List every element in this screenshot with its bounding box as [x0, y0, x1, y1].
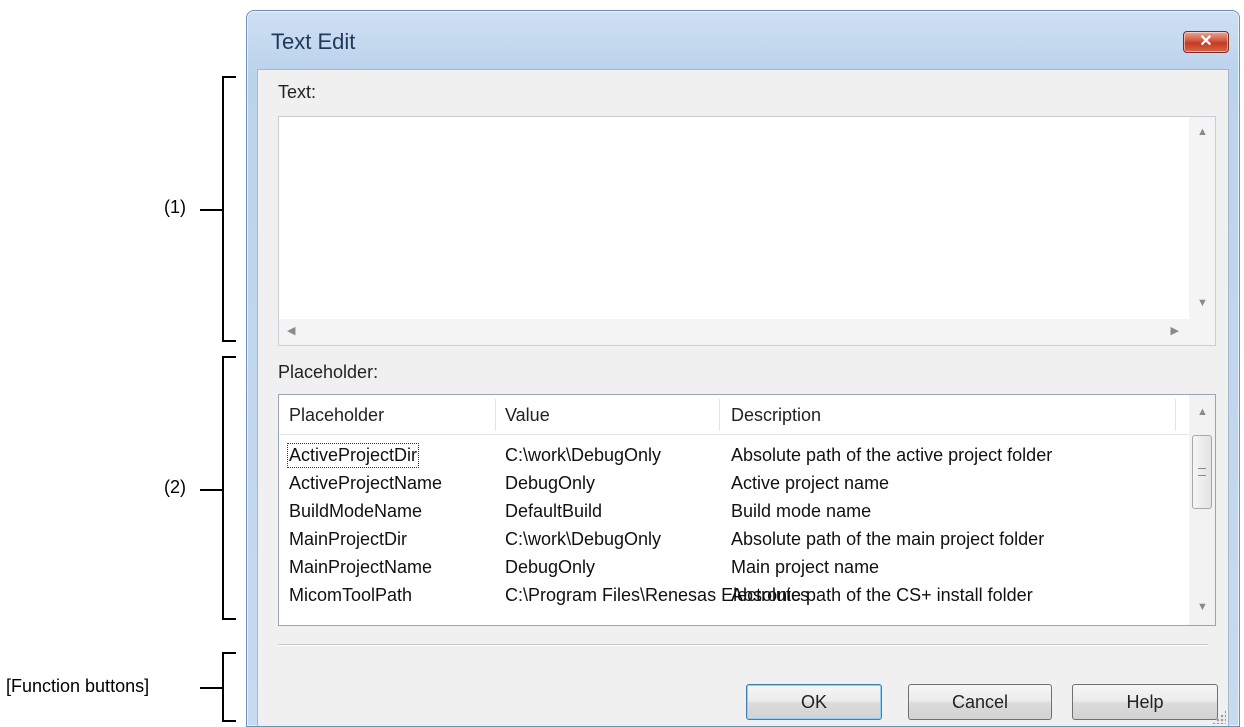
- cell-description: Absolute path of the active project fold…: [731, 445, 1053, 465]
- cell-description: Build mode name: [731, 501, 872, 521]
- scroll-up-icon[interactable]: ▲: [1197, 407, 1208, 418]
- text-horizontal-scrollbar[interactable]: ◀ ▶: [279, 319, 1189, 345]
- text-label: Text:: [278, 82, 316, 103]
- list-row[interactable]: MainProjectName DebugOnly Main project n…: [279, 553, 1189, 581]
- list-row[interactable]: MainProjectDir C:\work\DebugOnly Absolut…: [279, 525, 1189, 553]
- list-row[interactable]: ActiveProjectName DebugOnly Active proje…: [279, 469, 1189, 497]
- list-row[interactable]: BuildModeName DefaultBuild Build mode na…: [279, 497, 1189, 525]
- scroll-up-icon[interactable]: ▲: [1197, 127, 1208, 138]
- cell-placeholder: MainProjectName: [289, 557, 433, 577]
- placeholder-label-text: Placeholder:: [278, 362, 379, 382]
- cell-placeholder: BuildModeName: [289, 501, 423, 521]
- scroll-down-icon[interactable]: ▼: [1197, 602, 1208, 613]
- cell-value: C:\work\DebugOnly: [505, 529, 662, 549]
- text-label-text: Text:: [278, 82, 317, 102]
- callout-function-label: [Function buttons]: [6, 676, 150, 696]
- ok-button[interactable]: OK: [746, 684, 882, 720]
- dialog-client-area: Text: ▲ ▼ ◀ ▶ Placeholder: Placeholder V: [257, 69, 1229, 726]
- text-edit-dialog: Text Edit ✕ Text: ▲ ▼ ◀ ▶ Placeholder: P…: [246, 10, 1240, 727]
- text-input-area[interactable]: ▲ ▼ ◀ ▶: [278, 116, 1216, 346]
- list-row[interactable]: ActiveProjectDir C:\work\DebugOnly Absol…: [279, 441, 1189, 469]
- cell-value: DebugOnly: [505, 473, 596, 493]
- column-header-description[interactable]: Description: [731, 405, 821, 426]
- close-button[interactable]: ✕: [1183, 31, 1229, 53]
- button-separator: [278, 644, 1208, 646]
- list-header: Placeholder Value Description: [279, 395, 1189, 435]
- callout-1-leader: [200, 209, 222, 211]
- cancel-button[interactable]: Cancel: [908, 684, 1052, 720]
- callout-2-label: (2): [164, 477, 186, 497]
- scroll-down-icon[interactable]: ▼: [1197, 298, 1208, 309]
- cell-description: Active project name: [731, 473, 890, 493]
- scroll-corner: [1189, 319, 1215, 345]
- column-separator[interactable]: [1175, 399, 1176, 431]
- placeholder-list[interactable]: Placeholder Value Description ActiveProj…: [278, 394, 1216, 626]
- column-separator[interactable]: [495, 399, 496, 431]
- cell-description: Main project name: [731, 557, 880, 577]
- cell-placeholder: MainProjectDir: [289, 529, 408, 549]
- cell-description: Absolute path of the CS+ install folder: [731, 585, 1033, 605]
- callout-1-bracket: [222, 76, 236, 342]
- list-vertical-scrollbar[interactable]: ▲ ▼: [1189, 395, 1215, 625]
- cell-description: Absolute path of the main project folder: [731, 529, 1045, 549]
- cell-placeholder: MicomToolPath: [289, 585, 413, 605]
- callout-2-leader: [200, 489, 222, 491]
- column-header-value[interactable]: Value: [505, 405, 550, 426]
- column-header-placeholder[interactable]: Placeholder: [289, 405, 384, 426]
- scroll-left-icon[interactable]: ◀: [287, 326, 295, 337]
- thumb-grip-icon: [1198, 468, 1206, 476]
- callout-2-bracket: [222, 356, 236, 620]
- cell-placeholder: ActiveProjectName: [289, 473, 443, 493]
- help-button[interactable]: Help: [1072, 684, 1218, 720]
- cell-value: DebugOnly: [505, 557, 596, 577]
- column-separator[interactable]: [719, 399, 720, 431]
- callout-1-label: (1): [164, 197, 186, 217]
- scroll-right-icon[interactable]: ▶: [1171, 326, 1179, 337]
- callout-function-leader: [200, 687, 222, 689]
- close-icon: ✕: [1199, 33, 1213, 50]
- list-row[interactable]: MicomToolPath C:\Program Files\Renesas E…: [279, 581, 1189, 609]
- list-rows: ActiveProjectDir C:\work\DebugOnly Absol…: [279, 441, 1189, 609]
- callout-function-bracket: [222, 652, 236, 722]
- dialog-title: Text Edit: [271, 29, 356, 54]
- text-vertical-scrollbar[interactable]: ▲ ▼: [1189, 117, 1215, 319]
- scrollbar-thumb[interactable]: [1192, 435, 1212, 509]
- placeholder-label: Placeholder:: [278, 362, 378, 383]
- text-input-value: [279, 117, 1215, 129]
- cell-value: C:\work\DebugOnly: [505, 445, 662, 465]
- cell-placeholder: ActiveProjectDir: [286, 443, 420, 468]
- cell-value: DefaultBuild: [505, 501, 603, 521]
